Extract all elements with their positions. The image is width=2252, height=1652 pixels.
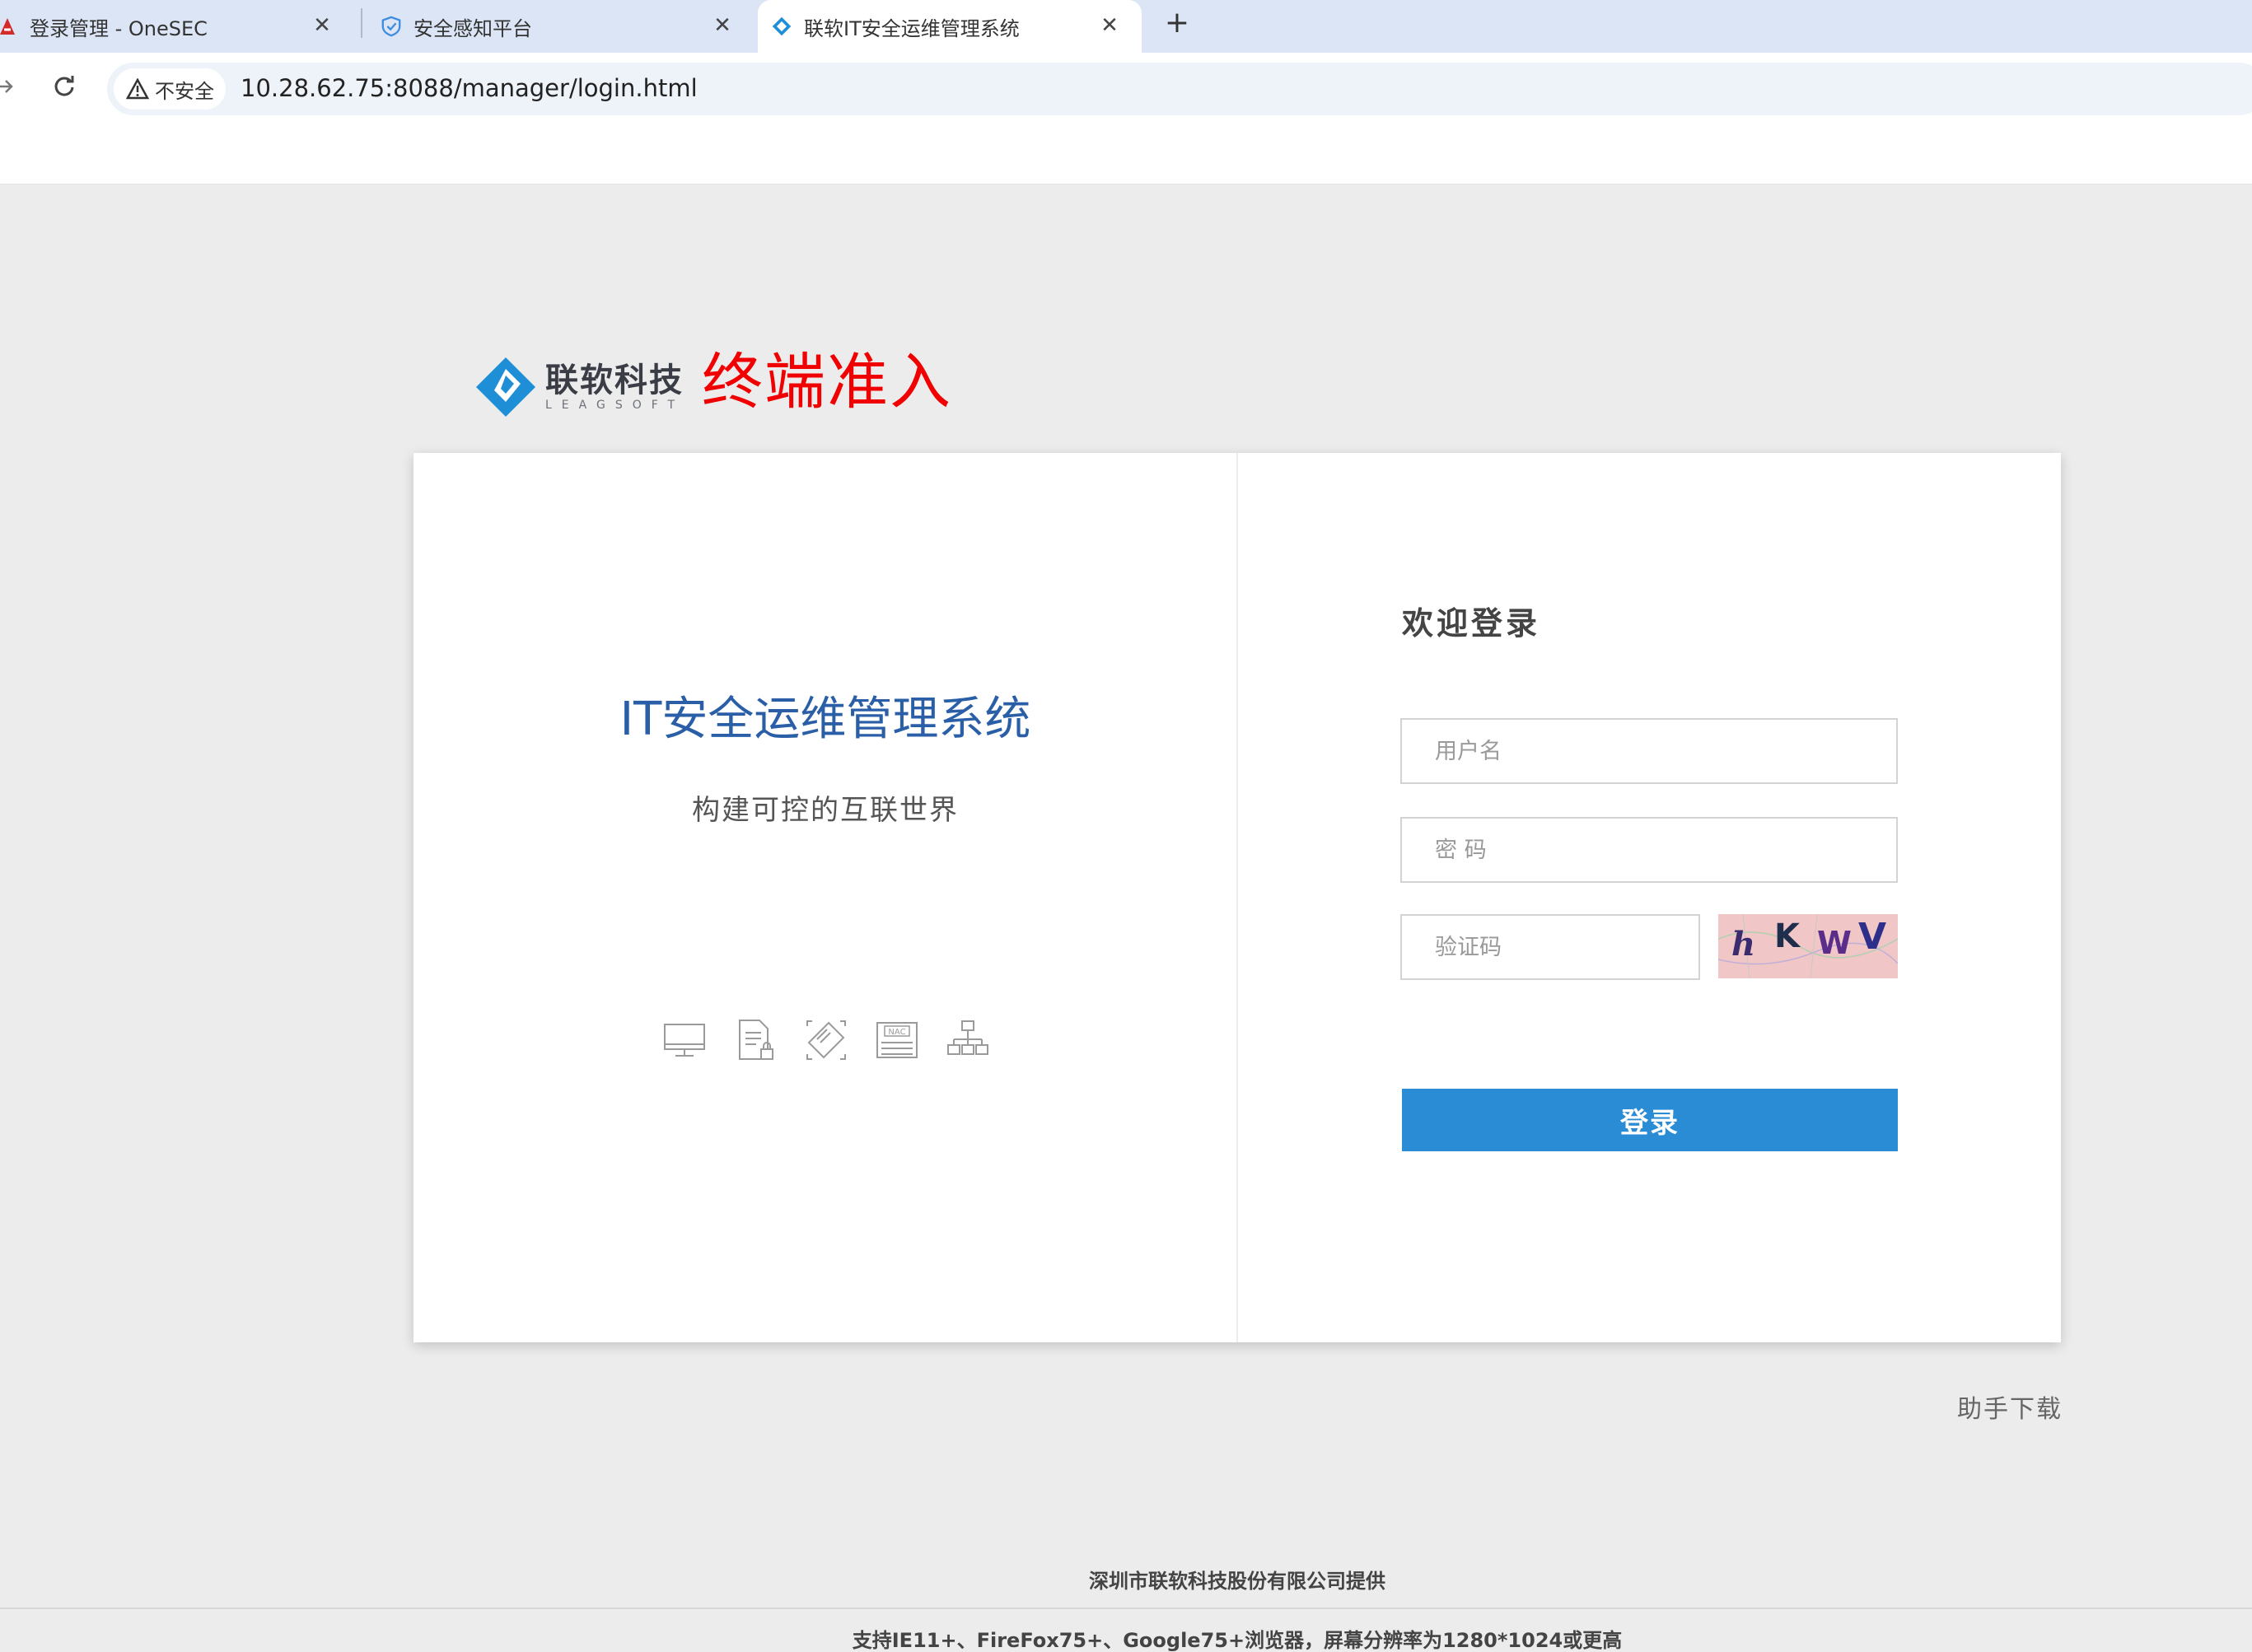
warning-triangle-icon — [125, 77, 150, 101]
leagsoft-logo-icon — [771, 16, 792, 37]
login-page: 联软科技 LEAGSOFT 终端准入 IT安全运维管理系统 构建可控的互联世界 — [0, 184, 2252, 1652]
login-button[interactable]: 登录 — [1402, 1089, 1898, 1151]
login-card: IT安全运维管理系统 构建可控的互联世界 NAC 欢迎登录 用户名 验证码 h … — [413, 453, 2061, 1342]
tab-leagsoft-active[interactable]: 联软IT安全运维管理系统 ✕ — [758, 0, 1142, 53]
url-text[interactable]: 10.28.62.75:8088/manager/login.html — [241, 74, 698, 102]
usb-drive-icon — [806, 1020, 846, 1060]
brand-logo: 联软科技 LEAGSOFT — [473, 354, 684, 420]
username-field[interactable] — [1400, 718, 1898, 784]
document-lock-icon — [739, 1020, 773, 1060]
leagsoft-logo-icon — [476, 357, 535, 417]
captcha-char: W — [1817, 925, 1852, 961]
network-topology-icon — [947, 1020, 988, 1055]
brand-name-cn: 联软科技 — [545, 362, 684, 399]
address-bar[interactable]: 不安全 10.28.62.75:8088/manager/login.html — [107, 63, 2252, 115]
bookmarks-bar — [0, 128, 2252, 184]
captcha-field[interactable] — [1400, 914, 1700, 980]
shield-icon — [381, 16, 402, 37]
annotation-label: 终端准入 — [702, 347, 952, 418]
captcha-char: V — [1858, 916, 1886, 958]
close-tab-icon[interactable]: ✕ — [708, 12, 736, 40]
footer-divider — [0, 1608, 2252, 1609]
tab-title: 联软IT安全运维管理系统 — [804, 16, 1020, 40]
password-input[interactable] — [1402, 819, 1896, 881]
footer-company: 深圳市联软科技股份有限公司提供 — [1089, 1570, 1385, 1593]
card-divider — [1236, 453, 1238, 1342]
tab-title: 安全感知平台 — [413, 16, 532, 40]
password-field[interactable] — [1400, 817, 1898, 883]
captcha-char: K — [1774, 917, 1801, 955]
svg-text:NAC: NAC — [888, 1028, 905, 1037]
assistant-download-link[interactable]: 助手下载 — [1957, 1388, 2063, 1425]
welcome-heading: 欢迎登录 — [1402, 605, 1541, 642]
browser-toolbar: 不安全 10.28.62.75:8088/manager/login.html — [0, 53, 2252, 128]
monitor-icon — [664, 1024, 705, 1057]
forward-arrow-icon[interactable] — [0, 71, 23, 107]
tab-title: 登录管理 - OneSEC — [30, 16, 208, 40]
tab-onesec[interactable]: 登录管理 - OneSEC ✕ — [0, 0, 354, 53]
close-tab-icon[interactable]: ✕ — [1096, 12, 1124, 40]
system-title: IT安全运维管理系统 — [619, 693, 1031, 746]
onesec-logo-icon — [0, 16, 18, 37]
brand-name-en: LEAGSOFT — [545, 399, 685, 412]
browser-tab-strip: 登录管理 - OneSEC ✕ 安全感知平台 ✕ 联软IT安全运维管理系统 ✕ … — [0, 0, 2252, 53]
captcha-image[interactable]: h K W V — [1718, 914, 1898, 978]
reload-icon[interactable] — [46, 71, 82, 107]
system-subtitle: 构建可控的互联世界 — [692, 794, 959, 827]
username-input[interactable] — [1402, 720, 1896, 782]
tab-separator — [361, 8, 362, 38]
security-label: 不安全 — [155, 79, 214, 103]
new-tab-button[interactable]: + — [1158, 5, 1196, 43]
security-status-chip[interactable]: 不安全 — [114, 68, 226, 110]
captcha-input[interactable] — [1402, 916, 1698, 978]
tab-security-platform[interactable]: 安全感知平台 ✕ — [371, 0, 755, 53]
footer-support-info: 支持IE11+、FireFox75+、Google75+浏览器，屏幕分辨率为12… — [852, 1629, 1623, 1652]
close-tab-icon[interactable]: ✕ — [308, 12, 336, 40]
feature-icon-row: NAC — [662, 1018, 990, 1062]
nac-icon: NAC — [876, 1022, 918, 1058]
captcha-char: h — [1731, 925, 1755, 964]
